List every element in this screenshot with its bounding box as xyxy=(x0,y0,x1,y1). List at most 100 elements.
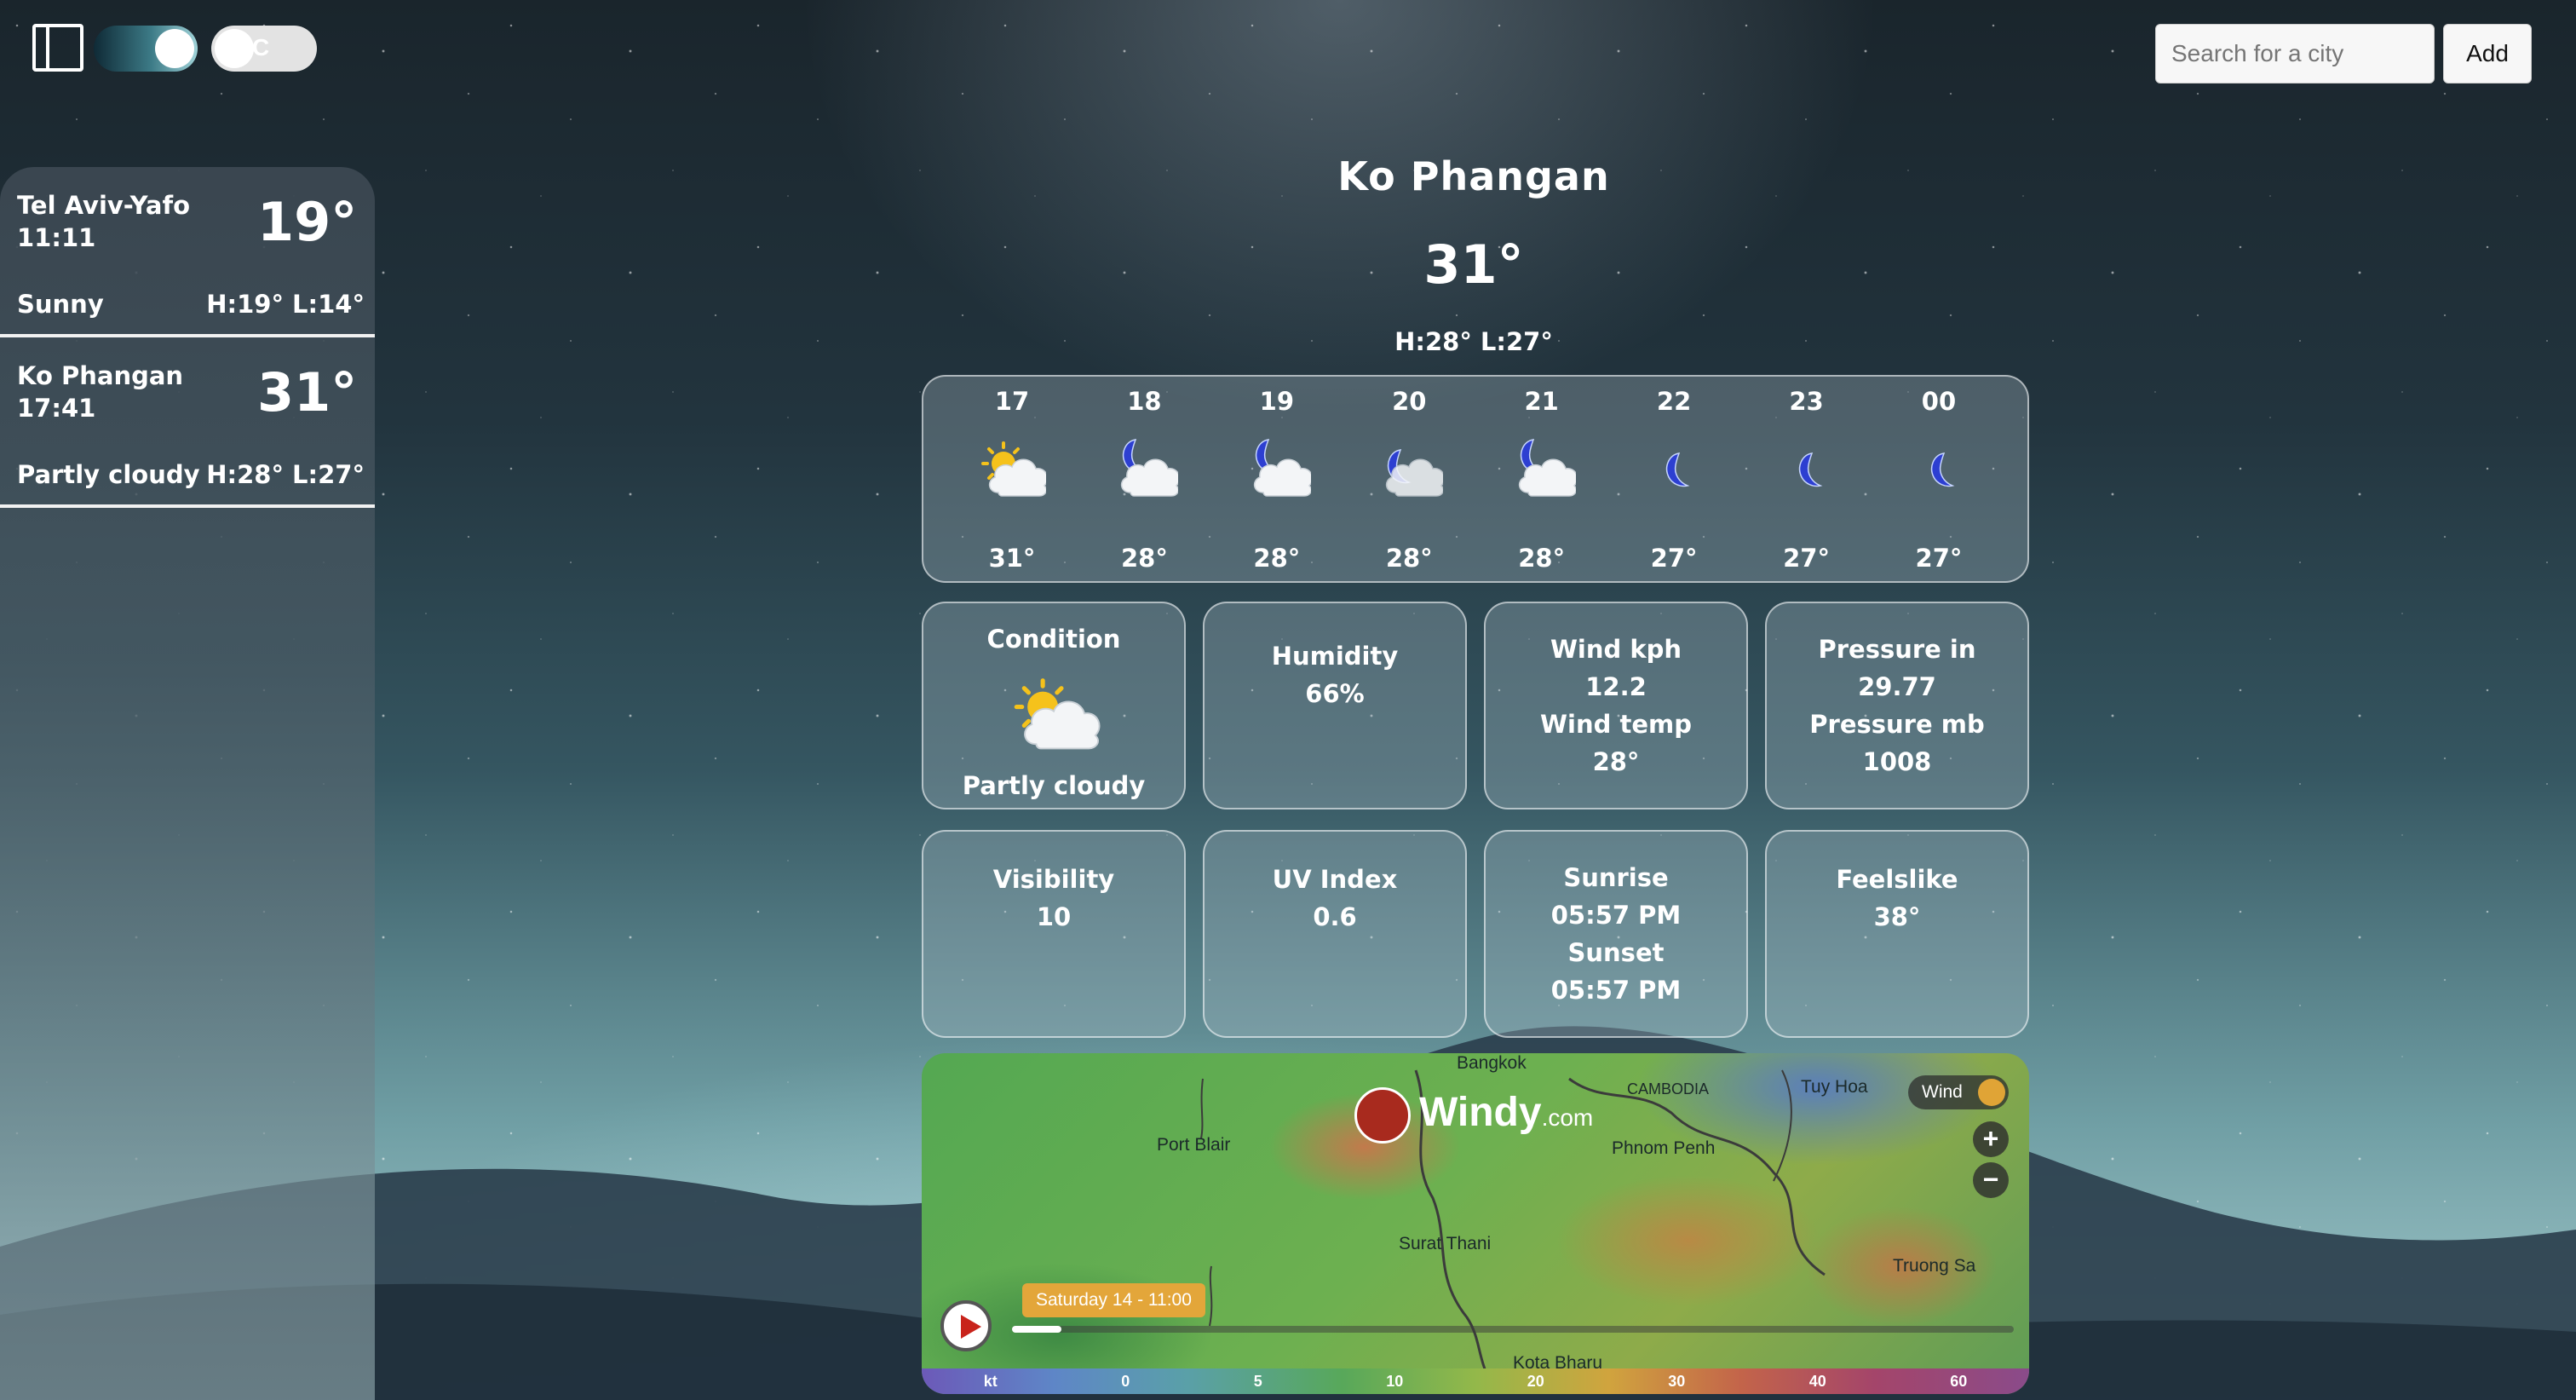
map-place-label: Truong Sa xyxy=(1893,1256,1976,1276)
windy-brand-suffix: .com xyxy=(1541,1104,1594,1131)
hour-label: 17 xyxy=(994,387,1030,416)
hour-label: 00 xyxy=(1921,387,1957,416)
cloudy-night-icon xyxy=(1386,449,1444,497)
hourly-item: 21 28° xyxy=(1499,377,1584,581)
windy-logo-icon xyxy=(1354,1087,1411,1144)
scale-tick: 5 xyxy=(1253,1372,1262,1390)
clear-night-icon xyxy=(1798,452,1821,487)
current-city-name: Ko Phangan xyxy=(1337,153,1610,199)
partly-cloudy-day-icon xyxy=(981,441,1046,497)
scale-tick: 60 xyxy=(1950,1372,1968,1390)
feelslike-tile: Feelslike 38° xyxy=(1765,830,2029,1038)
condition-value: Partly cloudy xyxy=(962,771,1146,800)
sunset-label: Sunset xyxy=(1567,938,1665,967)
hour-temperature: 27° xyxy=(1783,544,1830,573)
wind-temp-value: 28° xyxy=(1592,747,1640,776)
feelslike-label: Feelslike xyxy=(1836,865,1958,894)
unit-toggle[interactable]: C xyxy=(211,26,317,72)
hourly-item: 23 27° xyxy=(1764,377,1849,581)
city-name: Ko Phangan xyxy=(17,361,184,390)
map-place-label: Surat Thani xyxy=(1399,1234,1492,1253)
sidebar-toggle-button[interactable] xyxy=(32,24,83,72)
hourly-item: 22 27° xyxy=(1631,377,1716,581)
wind-speed-scale: kt 0 5 10 20 30 40 60 xyxy=(922,1368,2029,1394)
scale-tick: 0 xyxy=(1121,1372,1130,1390)
hourly-forecast-panel: 17 31° 18 28° 19 28° 20 28° 21 28° 22 27… xyxy=(922,375,2029,583)
scale-tick: 10 xyxy=(1386,1372,1404,1390)
uv-index-label: UV Index xyxy=(1272,865,1398,894)
hour-temperature: 28° xyxy=(1385,544,1433,573)
current-high-low: H:28° L:27° xyxy=(1394,327,1553,356)
map-place-label: CAMBODIA xyxy=(1627,1080,1710,1098)
visibility-value: 10 xyxy=(1036,902,1072,931)
hour-temperature: 28° xyxy=(1518,544,1566,573)
city-condition: Sunny xyxy=(17,290,104,319)
city-name: Tel Aviv-Yafo xyxy=(17,191,191,220)
pressure-in-label: Pressure in xyxy=(1818,635,1976,664)
unit-toggle-label: C xyxy=(252,34,270,60)
sidebar-panel-icon xyxy=(36,27,49,68)
sunrise-label: Sunrise xyxy=(1563,863,1669,892)
map-place-label: Bangkok xyxy=(1457,1053,1527,1073)
map-place-label: Phnom Penh xyxy=(1612,1138,1716,1158)
windy-map[interactable]: Bangkok CAMBODIA Tuy Hoa Port Blair Phno… xyxy=(922,1053,2029,1394)
partly-cloudy-day-icon xyxy=(1007,674,1101,750)
uv-index-value: 0.6 xyxy=(1313,902,1357,931)
condition-tile: Condition Partly cloudy xyxy=(922,602,1186,809)
map-place-label: Tuy Hoa xyxy=(1801,1077,1868,1097)
city-high-low: H:28° L:27° xyxy=(206,460,365,489)
current-temperature: 31° xyxy=(1423,233,1524,296)
windy-brand: Windy xyxy=(1419,1090,1542,1135)
timeline-progress xyxy=(1012,1326,1061,1333)
city-sidebar: Tel Aviv-Yafo 11:11 19° Sunny H:19° L:14… xyxy=(0,167,375,1400)
zoom-out-button[interactable]: − xyxy=(1973,1162,2009,1198)
city-card-tel-aviv[interactable]: Tel Aviv-Yafo 11:11 19° Sunny H:19° L:14… xyxy=(0,167,375,337)
uv-index-tile: UV Index 0.6 xyxy=(1203,830,1467,1038)
add-city-button[interactable]: Add xyxy=(2443,24,2532,84)
city-search-input[interactable] xyxy=(2155,24,2435,84)
sunset-value: 05:57 PM xyxy=(1550,976,1682,1005)
city-local-time: 17:41 xyxy=(17,394,96,423)
wind-layer-button[interactable]: Wind xyxy=(1908,1075,2009,1109)
scale-unit: kt xyxy=(983,1372,998,1390)
hourly-item: 17 31° xyxy=(969,377,1055,581)
feelslike-value: 38° xyxy=(1873,902,1921,931)
play-button[interactable] xyxy=(940,1300,992,1351)
hour-temperature: 31° xyxy=(988,544,1036,573)
city-condition: Partly cloudy xyxy=(17,460,200,489)
humidity-label: Humidity xyxy=(1271,642,1399,671)
pressure-mb-label: Pressure mb xyxy=(1809,710,1985,739)
timeline-slider[interactable] xyxy=(1012,1326,2014,1333)
city-card-ko-phangan[interactable]: Ko Phangan 17:41 31° Partly cloudy H:28°… xyxy=(0,337,375,508)
hour-temperature: 27° xyxy=(1650,544,1698,573)
hour-label: 18 xyxy=(1127,387,1162,416)
city-high-low: H:19° L:14° xyxy=(206,290,365,319)
sunrise-value: 05:57 PM xyxy=(1550,901,1682,930)
hour-label: 22 xyxy=(1656,387,1692,416)
scale-tick: 20 xyxy=(1527,1372,1544,1390)
pressure-tile: Pressure in 29.77 Pressure mb 1008 xyxy=(1765,602,2029,809)
hour-label: 23 xyxy=(1789,387,1824,416)
scale-tick: 40 xyxy=(1808,1372,1826,1390)
pressure-in-value: 29.77 xyxy=(1858,672,1936,701)
hourly-item: 00 27° xyxy=(1896,377,1981,581)
visibility-label: Visibility xyxy=(992,865,1115,894)
wind-tile: Wind kph 12.2 Wind temp 28° xyxy=(1484,602,1748,809)
hour-temperature: 27° xyxy=(1915,544,1963,573)
partly-cloudy-night-icon xyxy=(1121,439,1179,497)
hour-temperature: 28° xyxy=(1120,544,1168,573)
scale-tick: 30 xyxy=(1668,1372,1686,1390)
windy-logo-text: Windy.com xyxy=(1419,1089,1593,1136)
hour-label: 20 xyxy=(1392,387,1427,416)
wind-layer-label: Wind xyxy=(1922,1082,1963,1102)
hourly-item: 20 28° xyxy=(1366,377,1452,581)
theme-toggle[interactable] xyxy=(94,26,198,72)
map-place-label: Port Blair xyxy=(1157,1135,1231,1155)
unit-toggle-knob xyxy=(215,29,254,68)
theme-toggle-knob xyxy=(155,29,194,68)
wind-kph-value: 12.2 xyxy=(1585,672,1647,701)
sun-tile: Sunrise 05:57 PM Sunset 05:57 PM xyxy=(1484,830,1748,1038)
hour-label: 19 xyxy=(1259,387,1295,416)
zoom-in-button[interactable]: + xyxy=(1973,1121,2009,1157)
hourly-item: 19 28° xyxy=(1234,377,1320,581)
